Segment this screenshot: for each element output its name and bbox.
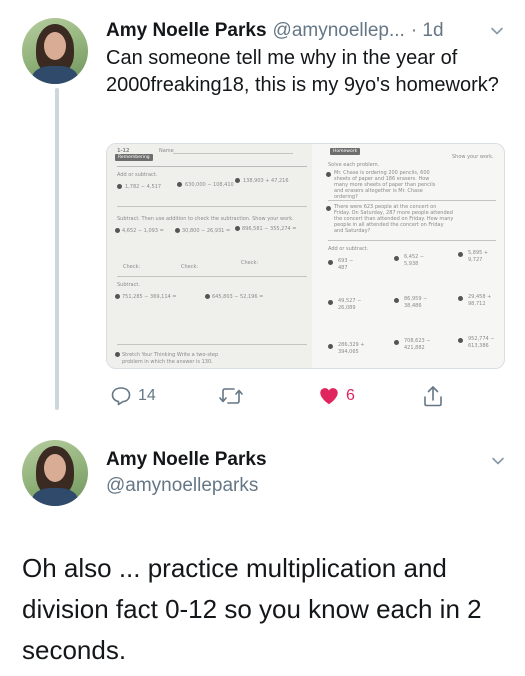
- ws-r7: 286,329 + 394,065: [338, 342, 365, 355]
- like-count: 6: [346, 387, 355, 404]
- ws-question-2: There were 623 people at the concert on …: [334, 204, 454, 234]
- ws-check-label-3: Check:: [241, 260, 259, 266]
- tweet-action-bar: 14 6: [106, 383, 516, 409]
- ws-section-add-subtract: Add or subtract.: [117, 172, 158, 178]
- ws-show-work: Show your work.: [452, 154, 494, 160]
- ws-remembering-tag: Remembering: [115, 154, 153, 161]
- ws-r2: 6,452 − 5,938: [404, 254, 425, 267]
- ws-question-1: Mr. Chase is ordering 200 pencils, 600 s…: [334, 170, 436, 200]
- ws-check-label-1: Check:: [123, 264, 141, 270]
- retweet-icon: [219, 388, 243, 404]
- share-button[interactable]: [422, 383, 444, 409]
- tweet-timestamp[interactable]: · 1d: [411, 20, 444, 42]
- ws-name-label: Name: [159, 148, 174, 154]
- ws-r1: 693 − 487: [338, 258, 354, 271]
- share-icon: [424, 386, 442, 407]
- reply-icon: [111, 387, 131, 406]
- ws-problem-2: 630,000 − 108,410: [185, 182, 234, 188]
- worksheet-right-page: Homework Show your work. Solve each prob…: [312, 144, 504, 368]
- tweet-text: Can someone tell me why in the year of 2…: [106, 47, 499, 96]
- chevron-down-icon[interactable]: [491, 454, 505, 468]
- author-handle[interactable]: @amynoellep...: [273, 20, 405, 42]
- worksheet-left-page: 1-12 Remembering Name Add or subtract. 1…: [107, 144, 319, 368]
- ws-r8: 708,623 − 421,882: [404, 338, 431, 351]
- author-name-2[interactable]: Amy Noelle Parks: [106, 449, 267, 471]
- ws-section-subtract-check: Subtract. Then use addition to check the…: [117, 216, 294, 222]
- ws-problem-8: 645,803 − 52,196 =: [212, 294, 264, 300]
- ws-stretch-thinking: Stretch Your Thinking Write a two-step p…: [122, 352, 219, 365]
- heart-icon: [320, 388, 338, 405]
- ws-section-subtract: Subtract.: [117, 282, 140, 288]
- ws-r6: 29,458 + 98,712: [468, 294, 492, 307]
- thread-connector-line: [55, 88, 59, 410]
- ws-problem-4: 4,652 − 1,093 =: [122, 228, 164, 234]
- author-handle-2[interactable]: @amynoelleparks: [106, 475, 258, 497]
- ws-r4: 49,527 − 26,089: [338, 298, 362, 311]
- ws-problem-6: 896,581 − 355,274 =: [242, 226, 297, 232]
- like-button[interactable]: 6: [318, 383, 355, 409]
- author-name[interactable]: Amy Noelle Parks: [106, 20, 267, 42]
- avatar-2[interactable]: [22, 440, 88, 506]
- reply-count: 14: [138, 387, 156, 404]
- ws-problem-7: 751,285 − 369,114 =: [122, 294, 177, 300]
- retweet-button[interactable]: [218, 383, 250, 409]
- tweet-text-2: Oh also ... practice multiplication and …: [22, 553, 482, 665]
- chevron-down-icon[interactable]: [490, 24, 504, 38]
- tweet-media-photo[interactable]: 1-12 Remembering Name Add or subtract. 1…: [106, 143, 505, 369]
- ws-check-label-2: Check:: [181, 264, 199, 270]
- ws-r3: 5,895 + 9,727: [468, 250, 489, 263]
- ws-section-solve: Solve each problem.: [328, 162, 380, 168]
- reply-button[interactable]: 14: [110, 383, 156, 409]
- ws-homework-tag: Homework: [330, 148, 361, 155]
- ws-r9: 952,774 − 613,386: [468, 336, 495, 349]
- ws-section-add-subtract-2: Add or subtract.: [328, 246, 369, 252]
- ws-problem-5: 30,800 − 26,931 =: [182, 228, 231, 234]
- tweet-header: Amy Noelle Parks @amynoellep... · 1d: [106, 18, 516, 44]
- ws-problem-3: 138,903 + 47,216: [243, 178, 289, 184]
- ws-problem-1: 1,782 − 4,517: [125, 184, 161, 190]
- ws-r5: 86,959 − 38,486: [404, 296, 428, 309]
- avatar[interactable]: [22, 18, 88, 84]
